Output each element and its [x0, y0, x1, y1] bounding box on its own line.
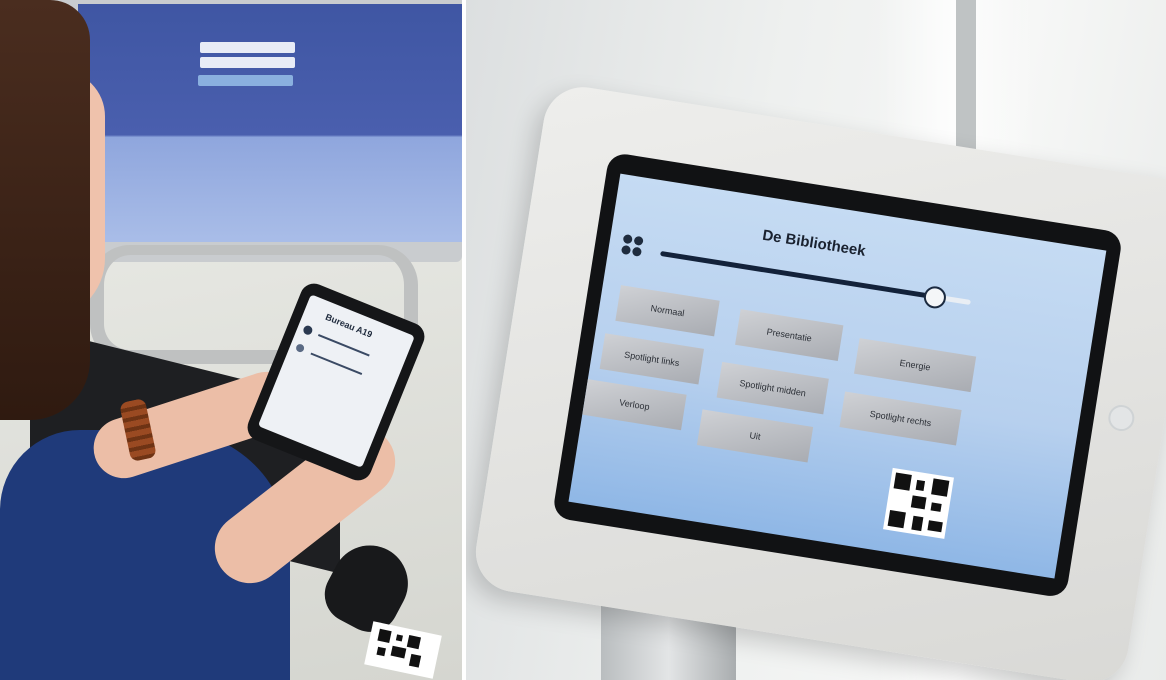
brightness-slider-track[interactable] [660, 250, 934, 300]
scene-button-energie[interactable]: Energie [853, 338, 977, 393]
monitor-username-input[interactable] [200, 42, 295, 53]
scene-button-verloop[interactable]: Verloop [582, 379, 687, 431]
scene-button-spotlight-links[interactable]: Spotlight links [599, 333, 705, 385]
room-title: De Bibliotheek [761, 226, 867, 260]
person-hair [0, 0, 90, 420]
monitor-username-label [156, 41, 157, 47]
phone-slider-2[interactable] [310, 352, 363, 376]
scene-button-spotlight-midden[interactable]: Spotlight midden [716, 361, 829, 415]
right-photo-panel: De Bibliotheek Normaal Presentatie Energ… [466, 0, 1166, 680]
scene-button-spotlight-rechts[interactable]: Spotlight rechts [839, 391, 962, 446]
scene-button-presentatie[interactable]: Presentatie [735, 309, 844, 361]
brightness-slider-thumb[interactable] [922, 284, 948, 310]
monitor-screen [78, 4, 462, 242]
tablet-screen: De Bibliotheek Normaal Presentatie Energ… [568, 173, 1107, 579]
scene-button-normaal[interactable]: Normaal [615, 285, 720, 337]
tablet-home-button[interactable] [1106, 403, 1137, 433]
tablet-qr-code [883, 467, 954, 539]
monitor-login-button[interactable] [198, 75, 293, 86]
wall-pillar [956, 0, 976, 170]
monitor-password-label [156, 56, 157, 62]
left-photo-panel: Bureau A19 [0, 0, 462, 680]
phone-title: Bureau A19 [323, 311, 374, 340]
phone-bulb-icon [294, 342, 306, 354]
tablet-kiosk-enclosure: De Bibliotheek Normaal Presentatie Energ… [470, 81, 1166, 680]
scene-button-uit[interactable]: Uit [696, 409, 814, 463]
clover-logo-icon [619, 233, 646, 260]
monitor-password-input[interactable] [200, 57, 295, 68]
phone-logo-icon [302, 324, 314, 337]
tablet-bezel: De Bibliotheek Normaal Presentatie Energ… [551, 151, 1124, 599]
phone-slider-1[interactable] [317, 334, 370, 357]
